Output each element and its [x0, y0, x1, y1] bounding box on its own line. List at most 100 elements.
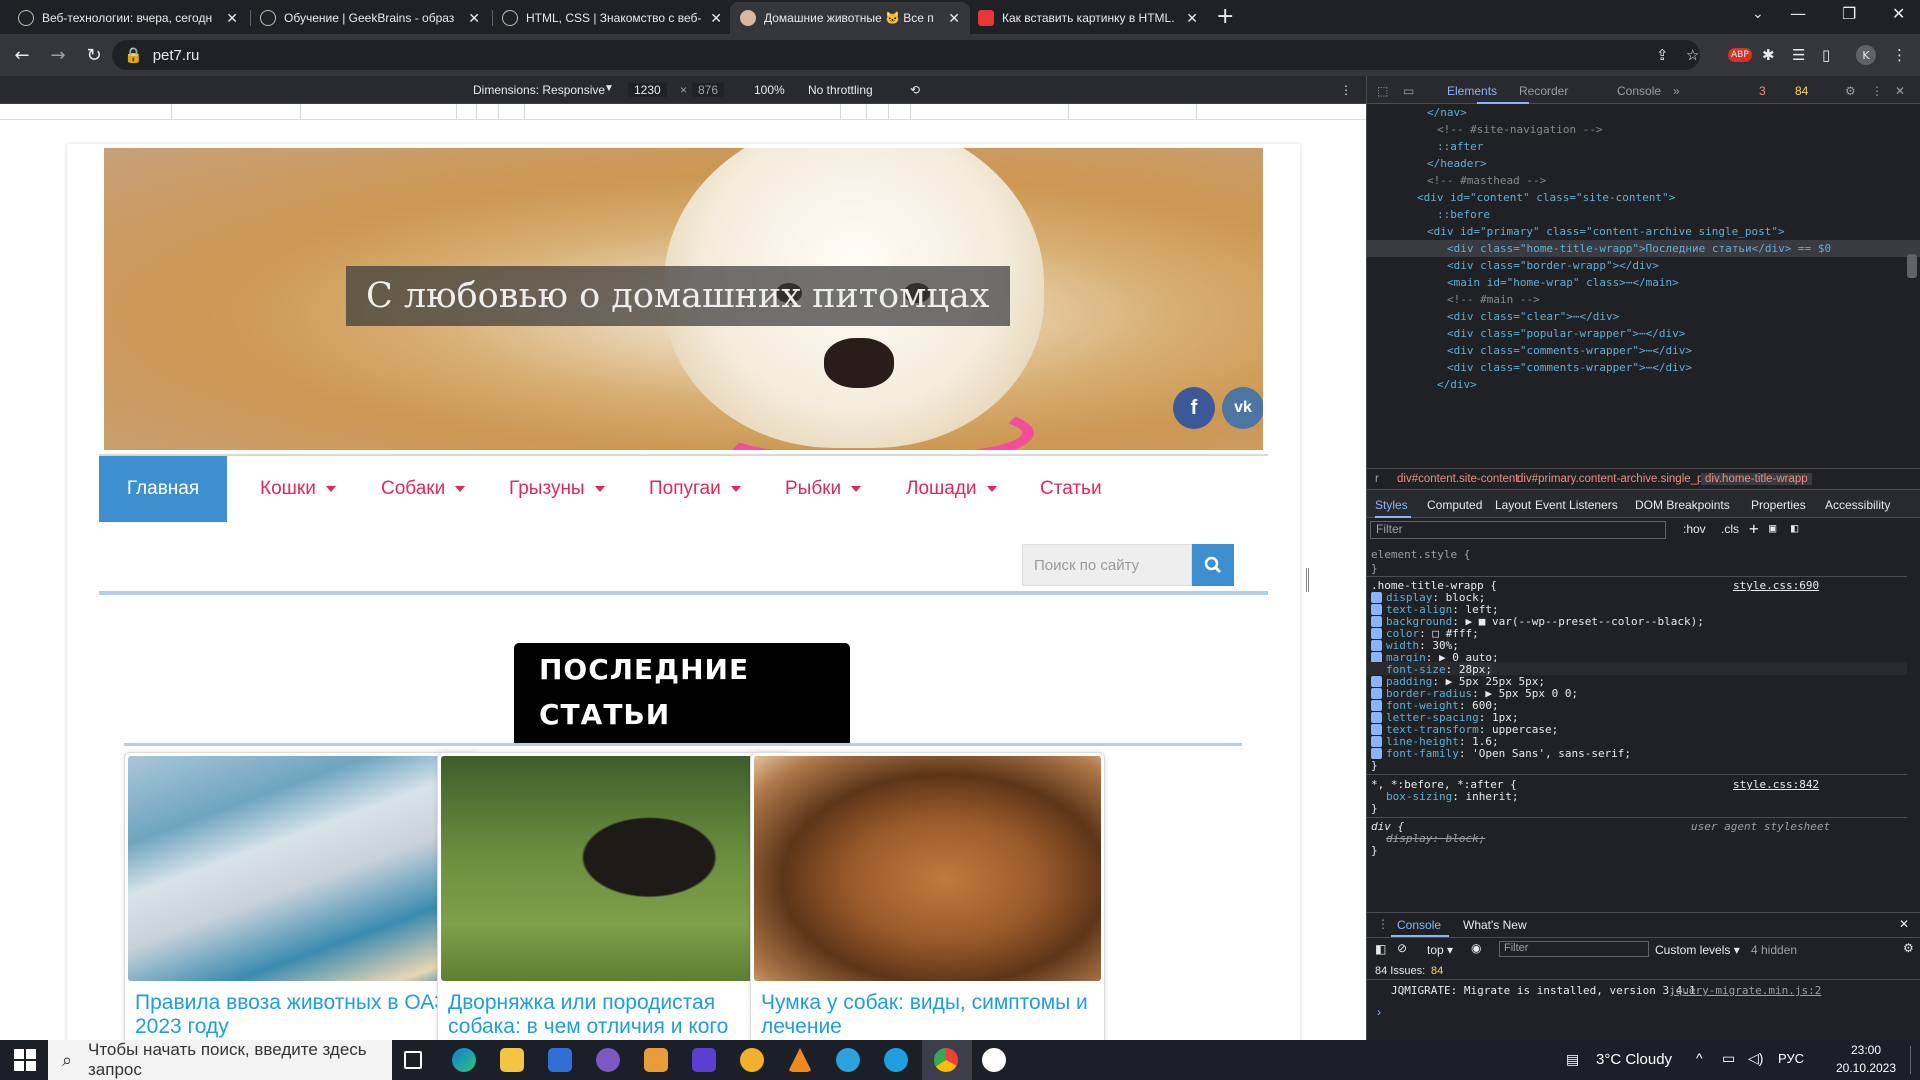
close-tab-icon[interactable]: ✕: [710, 10, 722, 27]
console-settings-icon[interactable]: ⚙: [1903, 941, 1914, 955]
dom-node[interactable]: <div id="content" class="site-content">: [1417, 189, 1675, 206]
close-tab-icon[interactable]: ✕: [948, 10, 960, 27]
browser-tab[interactable]: HTML, CSS | Знакомство с веб- ✕: [492, 2, 732, 34]
weather-icon[interactable]: ▤: [1566, 1051, 1579, 1068]
checkbox[interactable]: [1371, 724, 1382, 735]
network-icon[interactable]: ▭: [1722, 1050, 1735, 1067]
viber-icon[interactable]: [596, 1048, 620, 1072]
edge-icon[interactable]: [452, 1048, 476, 1072]
article-card[interactable]: Чумка у собак: виды, симптомы и лечение: [750, 752, 1105, 1040]
profile-avatar[interactable]: K: [1856, 40, 1876, 70]
dom-node[interactable]: <div class="popular-wrapper">⋯</div>: [1447, 325, 1685, 342]
settings-gear-icon[interactable]: ⚙: [1845, 84, 1856, 98]
extension-badge-icon[interactable]: ABP: [1728, 40, 1752, 70]
rotate-icon[interactable]: ⟲: [910, 83, 920, 97]
windows-start-icon[interactable]: [14, 1049, 36, 1071]
checkbox[interactable]: [1371, 592, 1382, 603]
css-prop-row[interactable]: box-sizing: inherit;: [1386, 790, 1518, 804]
dom-node[interactable]: <div class="border-wrapp"></div>: [1447, 257, 1659, 274]
video-editor-icon[interactable]: [692, 1048, 716, 1072]
side-panel-icon[interactable]: ▯: [1822, 40, 1830, 70]
weather-text[interactable]: 3°C Cloudy: [1596, 1051, 1672, 1068]
lock-icon[interactable]: 🔒: [124, 46, 143, 64]
css-prop-row[interactable]: font-family: 'Open Sans', sans-serif;: [1371, 747, 1631, 761]
sidebar-toggle-icon[interactable]: ◧: [1375, 942, 1386, 956]
dom-node[interactable]: </header>: [1427, 155, 1487, 172]
search-button[interactable]: [1192, 544, 1234, 586]
article-card[interactable]: Дворняжка или породистая собака: в чем о…: [437, 752, 792, 1040]
issues-label[interactable]: 84 Issues:: [1375, 965, 1425, 977]
nav-item-rodents[interactable]: Грызуны: [509, 456, 605, 522]
dom-comment[interactable]: <!-- #site-navigation -->: [1437, 121, 1603, 138]
article-image[interactable]: [754, 756, 1101, 981]
checkbox[interactable]: [1371, 748, 1382, 759]
height-input[interactable]: 876: [692, 83, 725, 97]
breadcrumb-item[interactable]: div#primary.content-archive.single_post: [1517, 473, 1719, 485]
tab-layout[interactable]: Layout: [1495, 498, 1531, 512]
console-filter-input[interactable]: Filter: [1499, 941, 1649, 957]
css-prop-row[interactable]: display: block;: [1386, 832, 1485, 846]
address-bar[interactable]: 🔒 pet7.ru: [112, 40, 1700, 70]
tab-whats-new[interactable]: What's New: [1463, 918, 1527, 932]
resize-handle[interactable]: [1306, 568, 1309, 592]
extensions-puzzle-icon[interactable]: ✱: [1762, 40, 1775, 70]
bookmark-star-icon[interactable]: ☆: [1686, 40, 1699, 70]
dom-node[interactable]: <div class="comments-wrapper">⋯</div>: [1447, 359, 1692, 376]
tab-recorder[interactable]: Recorder: [1519, 84, 1568, 98]
nav-item-articles[interactable]: Статьи: [1040, 456, 1102, 522]
more-options-icon[interactable]: ⋮: [1871, 84, 1883, 98]
rule-source-link[interactable]: style.css:842: [1733, 778, 1819, 792]
eye-icon[interactable]: ◉: [1471, 941, 1481, 955]
console-source-link[interactable]: jquery-migrate.min.js:2: [1669, 984, 1821, 997]
dom-node[interactable]: ::before: [1437, 206, 1490, 223]
checkbox[interactable]: [1371, 616, 1382, 627]
tab-elements[interactable]: Elements: [1447, 84, 1497, 98]
skype-icon[interactable]: [884, 1048, 908, 1072]
scrollbar-thumb[interactable]: [1907, 254, 1917, 278]
dom-node[interactable]: </nav>: [1427, 104, 1467, 121]
article-title[interactable]: Дворняжка или породистая собака: в чем о…: [448, 991, 783, 1039]
nav-item-dogs[interactable]: Собаки: [381, 456, 466, 522]
issues-count[interactable]: 84: [1431, 965, 1443, 977]
console-prompt-icon[interactable]: ›: [1377, 1005, 1381, 1019]
tab-styles[interactable]: Styles: [1375, 498, 1408, 512]
tab-computed[interactable]: Computed: [1427, 498, 1482, 512]
facebook-icon[interactable]: f: [1173, 387, 1215, 429]
minimize-button[interactable]: —: [1790, 4, 1806, 23]
nav-item-cats[interactable]: Кошки: [260, 456, 336, 522]
tab-console[interactable]: Console: [1617, 84, 1661, 98]
article-image[interactable]: [441, 756, 788, 981]
volume-icon[interactable]: ◁): [1748, 1050, 1763, 1067]
article-title[interactable]: Правила ввоза животных в ОАЭ в 2023 году: [135, 991, 470, 1039]
device-toggle-icon[interactable]: ▭: [1403, 84, 1414, 98]
cls-toggle[interactable]: .cls: [1721, 522, 1739, 536]
clock-date[interactable]: 20.10.2023: [1826, 1061, 1906, 1075]
more-options-icon[interactable]: ⋮: [1340, 83, 1352, 97]
checkbox[interactable]: [1371, 604, 1382, 615]
tab-accessibility[interactable]: Accessibility: [1825, 498, 1890, 512]
tab-console-drawer[interactable]: Console: [1397, 918, 1441, 932]
checkbox[interactable]: [1371, 676, 1382, 687]
checkbox[interactable]: [1371, 736, 1382, 747]
styles-filter-input[interactable]: Filter: [1370, 521, 1666, 539]
file-explorer-icon[interactable]: [500, 1048, 524, 1072]
restore-button[interactable]: ❐: [1842, 4, 1856, 23]
media-player-icon[interactable]: [644, 1048, 668, 1072]
checkbox[interactable]: [1371, 640, 1382, 651]
close-tab-icon[interactable]: ✕: [1186, 10, 1198, 27]
vlc-icon[interactable]: [788, 1048, 812, 1072]
chevron-up-icon[interactable]: ^: [1696, 1050, 1703, 1066]
share-icon[interactable]: ⇪: [1656, 40, 1669, 70]
add-rule-icon[interactable]: +: [1749, 519, 1759, 538]
breadcrumb-item[interactable]: r: [1375, 473, 1379, 485]
browser-tab[interactable]: Как вставить картинку в HTML. ✕: [968, 2, 1208, 34]
paint-icon[interactable]: ▣: [1769, 521, 1776, 535]
dom-node[interactable]: <main id="home-wrap" class>⋯</main>: [1447, 274, 1679, 291]
breadcrumb-item-active[interactable]: div.home-title-wrapp: [1701, 473, 1812, 485]
reading-list-icon[interactable]: ☰: [1792, 40, 1805, 70]
nav-item-parrots[interactable]: Попугаи: [649, 456, 741, 522]
hov-toggle[interactable]: :hov: [1683, 522, 1706, 536]
article-card[interactable]: Правила ввоза животных в ОАЭ в 2023 году: [124, 752, 479, 1040]
browser-tab[interactable]: Обучение | GeekBrains - образ ✕: [250, 2, 490, 34]
clear-console-icon[interactable]: ⊘: [1397, 941, 1407, 955]
